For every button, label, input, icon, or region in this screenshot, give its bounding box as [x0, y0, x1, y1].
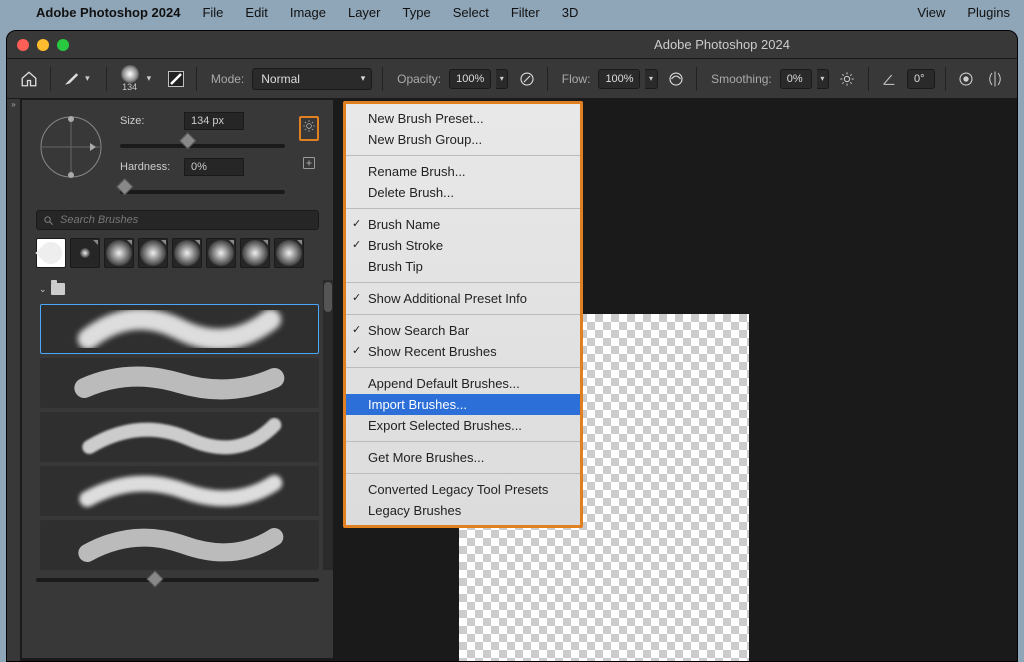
- app-window: Adobe Photoshop 2024 ▾ 134 ▾ Mode: Norma…: [6, 30, 1018, 662]
- brush-thumb[interactable]: [36, 238, 66, 268]
- menu-separator: [346, 155, 580, 156]
- menu-image[interactable]: Image: [290, 5, 326, 20]
- size-label: Size:: [120, 115, 176, 127]
- brush-thumb[interactable]: [104, 238, 134, 268]
- brush-stroke-preview[interactable]: [40, 304, 319, 354]
- mode-label: Mode:: [211, 72, 244, 86]
- ctx-item-delete-brush[interactable]: Delete Brush...: [346, 182, 580, 203]
- brush-picker-chevron-icon[interactable]: ▾: [147, 73, 154, 84]
- folder-icon: [51, 283, 65, 295]
- brush-settings-icon[interactable]: [165, 67, 186, 91]
- brush-thumb[interactable]: [240, 238, 270, 268]
- angle-icon[interactable]: [878, 67, 899, 91]
- ctx-item-converted-legacy-tool-presets[interactable]: Converted Legacy Tool Presets: [346, 479, 580, 500]
- opacity-chevron-icon[interactable]: ▾: [496, 69, 508, 89]
- menu-file[interactable]: File: [202, 5, 223, 20]
- brush-thumb[interactable]: [206, 238, 236, 268]
- hardness-field[interactable]: 0%: [184, 158, 244, 176]
- brush-panel-context-menu: New Brush Preset...New Brush Group... Ren…: [343, 101, 583, 528]
- ctx-item-rename-brush[interactable]: Rename Brush...: [346, 161, 580, 182]
- search-icon: [43, 215, 54, 226]
- brush-picker-panel: Size: 134 px Hardness: 0% Sea: [21, 99, 334, 659]
- flow-label: Flow:: [562, 72, 591, 86]
- menu-separator: [346, 367, 580, 368]
- brush-stroke-preview[interactable]: [40, 358, 319, 408]
- ctx-item-show-additional-preset-info[interactable]: Show Additional Preset Info: [346, 288, 580, 309]
- menu-plugins[interactable]: Plugins: [967, 5, 1010, 20]
- brush-thumb[interactable]: [138, 238, 168, 268]
- symmetry-icon[interactable]: [984, 67, 1005, 91]
- brush-stroke-preview[interactable]: [40, 466, 319, 516]
- size-slider[interactable]: [120, 144, 285, 148]
- ctx-item-import-brushes[interactable]: Import Brushes...: [346, 394, 580, 415]
- hardness-slider[interactable]: [120, 190, 285, 194]
- menu-separator: [346, 282, 580, 283]
- brush-tool-icon[interactable]: [60, 67, 81, 91]
- tool-panel-collapsed[interactable]: »: [7, 99, 21, 661]
- options-bar: ▾ 134 ▾ Mode: Normal Opacity: 100% ▾ Flo…: [7, 59, 1017, 99]
- workspace: » Size: 134 px Hardness:: [7, 99, 1017, 661]
- ctx-item-brush-name[interactable]: Brush Name: [346, 214, 580, 235]
- app-name[interactable]: Adobe Photoshop 2024: [36, 5, 180, 20]
- size-field[interactable]: 134 px: [184, 112, 244, 130]
- flow-field[interactable]: 100%: [598, 69, 640, 89]
- ctx-item-legacy-brushes[interactable]: Legacy Brushes: [346, 500, 580, 521]
- home-icon[interactable]: [19, 67, 40, 91]
- ctx-item-show-recent-brushes[interactable]: Show Recent Brushes: [346, 341, 580, 362]
- brush-preset-picker[interactable]: 134: [117, 65, 143, 92]
- airbrush-icon[interactable]: [666, 67, 687, 91]
- ctx-item-get-more-brushes[interactable]: Get More Brushes...: [346, 447, 580, 468]
- tool-preset-chevron-icon[interactable]: ▾: [85, 73, 92, 84]
- pressure-size-icon[interactable]: [956, 67, 977, 91]
- menu-separator: [346, 208, 580, 209]
- brush-angle-widget[interactable]: [36, 112, 106, 182]
- brush-panel-gear-icon[interactable]: [299, 116, 319, 141]
- hardness-label: Hardness:: [120, 161, 176, 173]
- mode-select[interactable]: Normal: [252, 68, 372, 90]
- titlebar: Adobe Photoshop 2024: [7, 31, 1017, 59]
- recent-brushes-row: [22, 238, 333, 276]
- pressure-opacity-icon[interactable]: [516, 67, 537, 91]
- menu-type[interactable]: Type: [403, 5, 431, 20]
- brush-folder-toggle[interactable]: ⌄: [36, 280, 323, 298]
- brush-thumb[interactable]: [274, 238, 304, 268]
- ctx-item-new-brush-group[interactable]: New Brush Group...: [346, 129, 580, 150]
- ctx-item-export-selected-brushes[interactable]: Export Selected Brushes...: [346, 415, 580, 436]
- chevron-down-icon: ⌄: [39, 284, 47, 295]
- smoothing-field[interactable]: 0%: [780, 69, 812, 89]
- ctx-item-brush-tip[interactable]: Brush Tip: [346, 256, 580, 277]
- menu-select[interactable]: Select: [453, 5, 489, 20]
- flow-chevron-icon[interactable]: ▾: [645, 69, 657, 89]
- brush-thumb[interactable]: [172, 238, 202, 268]
- ctx-item-append-default-brushes[interactable]: Append Default Brushes...: [346, 373, 580, 394]
- menu-edit[interactable]: Edit: [245, 5, 267, 20]
- smoothing-label: Smoothing:: [711, 72, 772, 86]
- thumbnail-size-slider[interactable]: [36, 578, 319, 582]
- menu-separator: [346, 441, 580, 442]
- opacity-label: Opacity:: [397, 72, 441, 86]
- menu-separator: [346, 314, 580, 315]
- brush-stroke-preview[interactable]: [40, 520, 319, 570]
- new-preset-icon[interactable]: [301, 155, 317, 176]
- brush-list-scrollbar[interactable]: [323, 280, 333, 570]
- menu-filter[interactable]: Filter: [511, 5, 540, 20]
- ctx-item-new-brush-preset[interactable]: New Brush Preset...: [346, 108, 580, 129]
- brush-list[interactable]: ⌄: [36, 280, 323, 570]
- opacity-field[interactable]: 100%: [449, 69, 491, 89]
- brush-search-input[interactable]: Search Brushes: [36, 210, 319, 230]
- brush-stroke-preview[interactable]: [40, 412, 319, 462]
- menu-3d[interactable]: 3D: [562, 5, 579, 20]
- smoothing-gear-icon[interactable]: [837, 67, 858, 91]
- menu-layer[interactable]: Layer: [348, 5, 381, 20]
- brush-thumb[interactable]: [70, 238, 100, 268]
- ctx-item-brush-stroke[interactable]: Brush Stroke: [346, 235, 580, 256]
- menu-view[interactable]: View: [917, 5, 945, 20]
- window-title: Adobe Photoshop 2024: [7, 37, 1017, 52]
- smoothing-chevron-icon[interactable]: ▾: [817, 69, 829, 89]
- angle-field[interactable]: 0°: [907, 69, 935, 89]
- mac-menubar: Adobe Photoshop 2024 File Edit Image Lay…: [0, 0, 1024, 24]
- ctx-item-show-search-bar[interactable]: Show Search Bar: [346, 320, 580, 341]
- menu-separator: [346, 473, 580, 474]
